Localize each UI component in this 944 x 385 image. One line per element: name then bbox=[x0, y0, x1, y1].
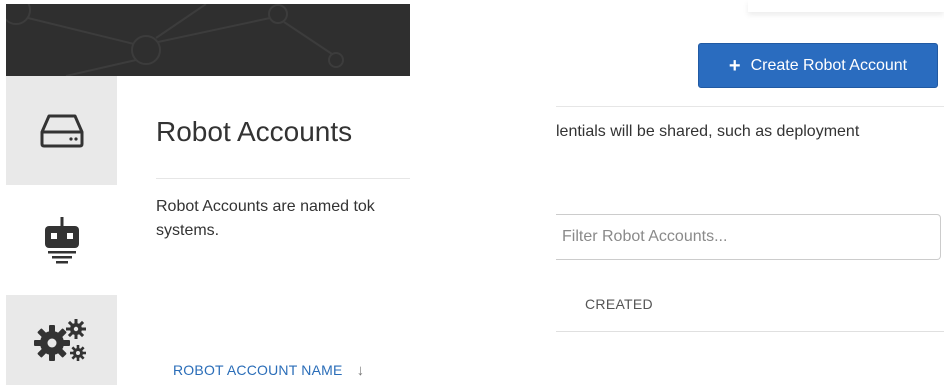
page-description-continued: lentials will be shared, such as deploym… bbox=[556, 123, 860, 140]
filter-robot-accounts-input[interactable] bbox=[556, 214, 941, 260]
robot-icon bbox=[44, 217, 79, 264]
page-description-line-2: systems. bbox=[156, 222, 220, 239]
header-banner bbox=[6, 4, 410, 76]
column-header-robot-account-name[interactable]: ROBOT ACCOUNT NAME ↓ bbox=[173, 362, 364, 379]
table-header-divider bbox=[556, 331, 944, 332]
column-header-label: ROBOT ACCOUNT NAME bbox=[173, 362, 343, 378]
network-pattern-graphic bbox=[6, 4, 344, 76]
sidebar-tab-settings[interactable] bbox=[6, 295, 117, 385]
plus-icon: + bbox=[728, 54, 741, 77]
create-robot-account-button[interactable]: + Create Robot Account bbox=[698, 43, 938, 88]
sidebar-tab-robot-accounts[interactable] bbox=[6, 185, 117, 295]
column-header-created[interactable]: CREATED bbox=[585, 296, 653, 312]
sidebar-tab-storage[interactable] bbox=[6, 76, 117, 185]
page-description-line-1: Robot Accounts are named tok bbox=[156, 198, 375, 215]
page: Robot Accounts Robot Accounts are named … bbox=[0, 0, 944, 385]
hdd-icon bbox=[40, 114, 83, 147]
page-title: Robot Accounts bbox=[156, 116, 353, 147]
top-bar-edge bbox=[748, 0, 944, 12]
title-divider bbox=[156, 178, 410, 179]
page-description: Robot Accounts are named tok systems. bbox=[156, 195, 410, 247]
sort-descending-icon: ↓ bbox=[356, 362, 365, 379]
header-divider bbox=[556, 106, 944, 107]
gears-icon bbox=[33, 319, 86, 361]
create-robot-account-label: Create Robot Account bbox=[750, 56, 908, 74]
